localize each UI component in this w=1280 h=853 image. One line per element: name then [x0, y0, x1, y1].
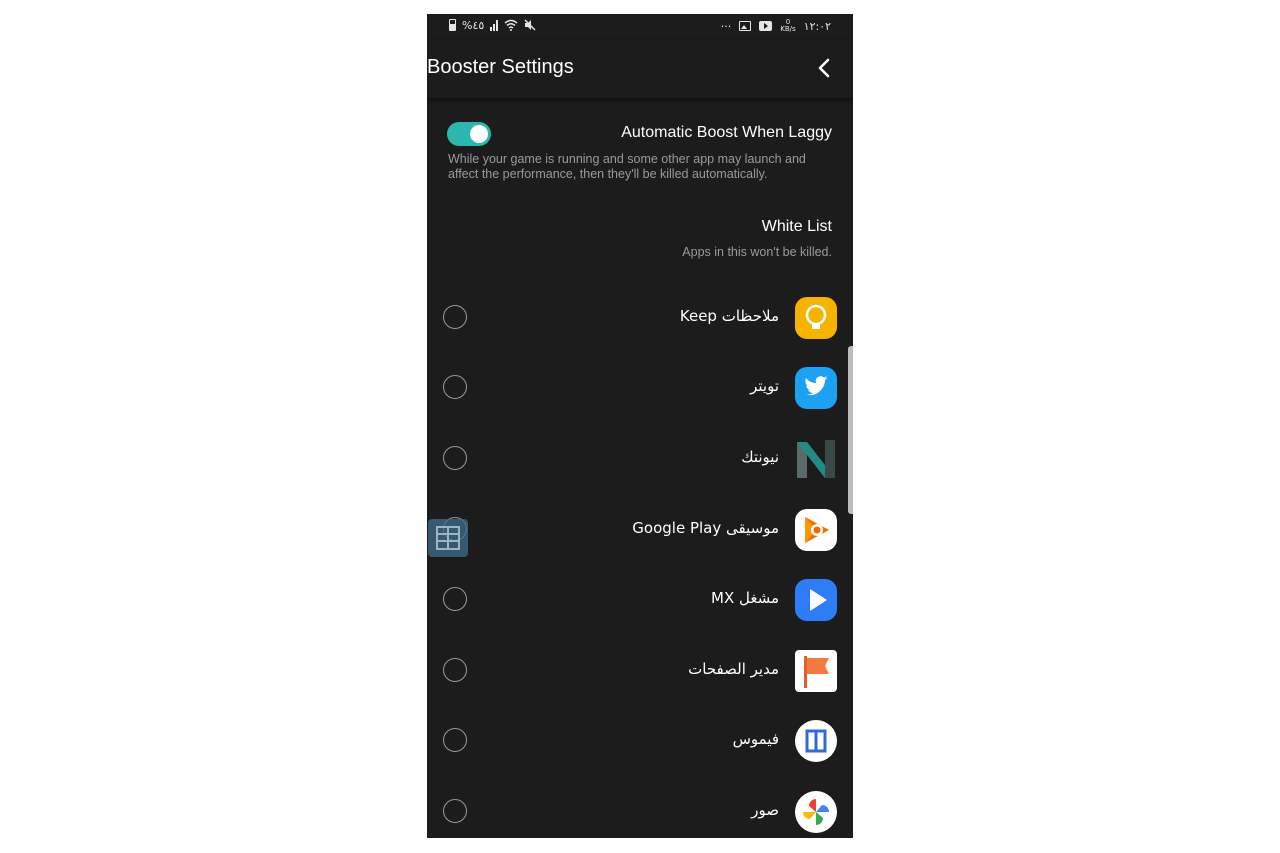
- battery-icon: [449, 19, 456, 31]
- battery-percent: %٤٥: [462, 18, 485, 32]
- twitter-icon: [795, 367, 837, 409]
- app-name: مشغل MX: [711, 589, 779, 607]
- list-item[interactable]: ملاحظات Keep: [427, 282, 853, 352]
- list-item[interactable]: موسيقى Google Play: [427, 494, 853, 564]
- back-button[interactable]: [811, 54, 837, 82]
- app-name: موسيقى Google Play: [632, 519, 779, 537]
- app-bar: Booster Settings: [427, 40, 853, 98]
- select-radio[interactable]: [443, 799, 467, 823]
- page-title: Booster Settings: [427, 56, 574, 78]
- google-photos-icon: [795, 791, 837, 833]
- google-play-music-icon: [795, 509, 837, 551]
- network-speed: 0 KB/s: [780, 19, 795, 33]
- white-list-subtitle: Apps in this won't be killed.: [682, 245, 832, 259]
- status-left: %٤٥: [449, 19, 536, 31]
- app-name: ملاحظات Keep: [679, 307, 779, 325]
- status-right: ··· 0 KB/s ١٢:٠٢: [721, 19, 831, 33]
- status-bar: %٤٥ ··· 0 KB/s ١٢:٠٢: [427, 14, 853, 40]
- app-name: مدير الصفحات: [688, 660, 779, 678]
- youtube-notification-icon: [759, 21, 773, 31]
- chevron-left-icon: [818, 58, 830, 78]
- vimos-icon: [795, 720, 837, 762]
- edge-panel-handle[interactable]: [848, 346, 853, 514]
- pages-manager-icon: [795, 650, 837, 692]
- list-item[interactable]: صور: [427, 776, 853, 838]
- app-name: نيونتك: [741, 448, 779, 466]
- toggle-knob: [470, 125, 488, 143]
- network-speed-unit: KB/s: [780, 25, 796, 33]
- select-radio[interactable]: [443, 728, 467, 752]
- mute-icon: [524, 19, 536, 31]
- select-radio[interactable]: [443, 305, 467, 329]
- app-name: تويتر: [750, 377, 779, 395]
- list-item[interactable]: مشغل MX: [427, 564, 853, 634]
- clock: ١٢:٠٢: [803, 19, 831, 33]
- automatic-boost-description: While your game is running and some othe…: [448, 152, 806, 181]
- select-radio[interactable]: [443, 587, 467, 611]
- floating-tool-button[interactable]: [428, 519, 468, 557]
- list-item[interactable]: تويتر: [427, 352, 853, 422]
- list-item[interactable]: نيونتك: [427, 423, 853, 493]
- more-notifications-icon: ···: [720, 19, 732, 33]
- wifi-icon: [504, 19, 518, 31]
- select-radio[interactable]: [443, 446, 467, 470]
- list-item[interactable]: فيموس: [427, 705, 853, 775]
- white-list-title: White List: [761, 218, 832, 235]
- signal-icon: [490, 19, 499, 31]
- automatic-boost-title: Automatic Boost When Laggy: [621, 124, 832, 141]
- app-name: صور: [751, 801, 779, 819]
- phone-screen: %٤٥ ··· 0 KB/s ١٢:٠٢ Booster Settings Au…: [427, 14, 853, 838]
- mx-player-icon: [795, 579, 837, 621]
- select-radio[interactable]: [443, 375, 467, 399]
- select-radio[interactable]: [443, 658, 467, 682]
- image-notification-icon: [739, 21, 752, 31]
- tool-grid-icon: [436, 526, 460, 550]
- nova-icon: [795, 438, 837, 480]
- list-item[interactable]: مدير الصفحات: [427, 635, 853, 705]
- keep-icon: [795, 297, 837, 339]
- automatic-boost-toggle[interactable]: [447, 122, 491, 146]
- app-name: فيموس: [732, 730, 779, 748]
